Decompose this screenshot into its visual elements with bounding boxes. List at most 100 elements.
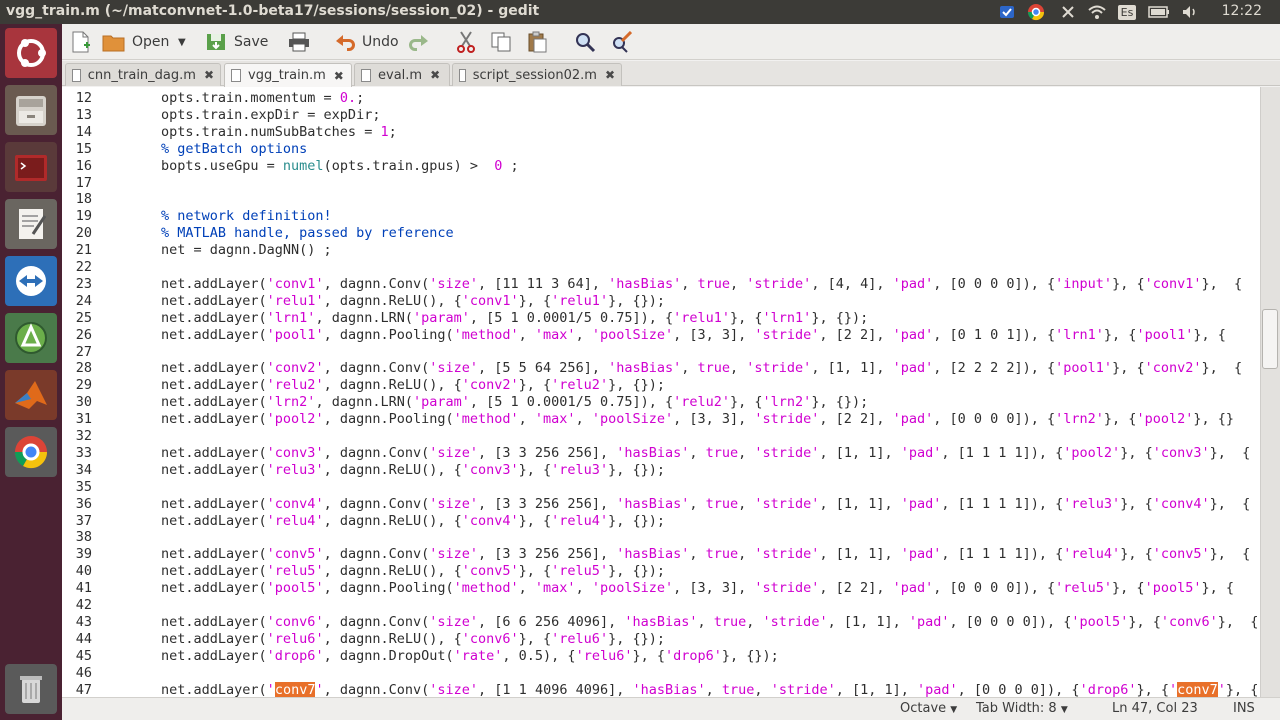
code-line[interactable]: 27 xyxy=(62,344,1260,361)
code-line[interactable]: 30 net.addLayer('lrn2', dagnn.LRN('param'… xyxy=(62,394,1260,411)
code-line[interactable]: 33 net.addLayer('conv3', dagnn.Conv('size… xyxy=(62,445,1260,462)
clock[interactable]: 12:22 xyxy=(1222,3,1262,19)
code-line[interactable]: 38 xyxy=(62,529,1260,546)
code-line[interactable]: 37 net.addLayer('relu4', dagnn.ReLU(), {'… xyxy=(62,513,1260,530)
copy-button[interactable] xyxy=(490,28,514,56)
code-line[interactable]: 13 opts.train.expDir = expDir; xyxy=(62,107,1260,124)
code-line[interactable]: 28 net.addLayer('conv2', dagnn.Conv('size… xyxy=(62,360,1260,377)
tab-cnn-train-dag[interactable]: cnn_train_dag.m ✖ xyxy=(65,63,221,86)
code-line[interactable]: 34 net.addLayer('relu3', dagnn.ReLU(), {'… xyxy=(62,462,1260,479)
vertical-scrollbar[interactable] xyxy=(1260,87,1280,697)
code-line[interactable]: 36 net.addLayer('conv4', dagnn.Conv('size… xyxy=(62,496,1260,513)
new-document-icon xyxy=(72,31,90,53)
close-icon[interactable]: ✖ xyxy=(204,68,214,82)
line-number: 25 xyxy=(75,309,92,326)
chrome-tray-icon[interactable] xyxy=(1026,2,1046,22)
code-text: net.addLayer('relu1', dagnn.ReLU(), {'co… xyxy=(161,292,665,309)
line-number: 23 xyxy=(75,275,92,292)
print-button[interactable] xyxy=(288,28,312,56)
code-line[interactable]: 25 net.addLayer('lrn1', dagnn.LRN('param'… xyxy=(62,310,1260,327)
status-bar: Octave ▼ Tab Width: 8 ▼ Ln 47, Col 23 IN… xyxy=(62,697,1280,720)
copy-icon xyxy=(491,32,511,52)
code-line[interactable]: 32 xyxy=(62,428,1260,445)
tab-label: vgg_train.m xyxy=(248,68,326,83)
software-updater-icon[interactable] xyxy=(5,313,57,363)
code-line[interactable]: 12 opts.train.momentum = 0.; xyxy=(62,90,1260,107)
file-manager-icon[interactable] xyxy=(5,85,57,135)
keyboard-layout-label: Es xyxy=(1117,4,1137,20)
code-line[interactable]: 20 % MATLAB handle, passed by reference xyxy=(62,225,1260,242)
teamviewer-icon[interactable] xyxy=(5,256,57,306)
keyboard-layout-indicator[interactable]: Es xyxy=(1116,2,1138,22)
code-line[interactable]: 47 net.addLayer('conv7', dagnn.Conv('size… xyxy=(62,681,1260,697)
code-line[interactable]: 16 bopts.useGpu = numel(opts.train.gpus) … xyxy=(62,158,1260,175)
open-recent-dropdown[interactable]: ▼ xyxy=(178,28,192,56)
line-number: 44 xyxy=(75,630,92,647)
battery-icon[interactable] xyxy=(1148,2,1170,22)
terminal-icon[interactable] xyxy=(5,142,57,192)
code-line[interactable]: 40 net.addLayer('relu5', dagnn.ReLU(), {'… xyxy=(62,563,1260,580)
code-text: bopts.useGpu = numel(opts.train.gpus) > … xyxy=(161,157,519,174)
tab-script-session02[interactable]: script_session02.m ✖ xyxy=(452,63,622,86)
code-text: opts.train.numSubBatches = 1; xyxy=(161,123,397,140)
scrollbar-thumb[interactable] xyxy=(1262,309,1278,369)
code-line[interactable]: 44 net.addLayer('relu6', dagnn.ReLU(), {'… xyxy=(62,631,1260,648)
dropbox-icon[interactable] xyxy=(998,2,1016,22)
line-number: 29 xyxy=(75,377,92,394)
code-line[interactable]: 42 xyxy=(62,597,1260,614)
code-line[interactable]: 31 net.addLayer('pool2', dagnn.Pooling('m… xyxy=(62,411,1260,428)
code-line[interactable]: 26 net.addLayer('pool1', dagnn.Pooling('m… xyxy=(62,327,1260,344)
close-icon[interactable]: ✖ xyxy=(334,69,344,83)
code-line[interactable]: 18 xyxy=(62,191,1260,208)
line-number: 16 xyxy=(75,157,92,174)
code-text: net.addLayer('conv4', dagnn.Conv('size',… xyxy=(161,495,1251,512)
code-line[interactable]: 39 net.addLayer('conv5', dagnn.Conv('size… xyxy=(62,546,1260,563)
find-replace-button[interactable] xyxy=(610,28,634,56)
matlab-icon[interactable] xyxy=(5,370,57,420)
cut-icon xyxy=(457,31,475,53)
code-line[interactable]: 23 net.addLayer('conv1', dagnn.Conv('size… xyxy=(62,276,1260,293)
code-line[interactable]: 29 net.addLayer('relu2', dagnn.ReLU(), {'… xyxy=(62,377,1260,394)
volume-icon[interactable] xyxy=(1180,2,1200,22)
cut-button[interactable] xyxy=(456,28,480,56)
close-icon[interactable]: ✖ xyxy=(605,68,615,82)
document-icon xyxy=(231,69,241,82)
redo-button[interactable] xyxy=(408,28,432,56)
ubuntu-dash-icon[interactable] xyxy=(5,28,57,78)
new-document-button[interactable] xyxy=(70,28,92,56)
paste-button[interactable] xyxy=(526,28,550,56)
code-line[interactable]: 14 opts.train.numSubBatches = 1; xyxy=(62,124,1260,141)
tab-eval[interactable]: eval.m ✖ xyxy=(354,63,450,86)
undo-button[interactable]: Undo xyxy=(334,28,404,56)
code-line[interactable]: 41 net.addLayer('pool5', dagnn.Pooling('m… xyxy=(62,580,1260,597)
tools-icon[interactable] xyxy=(1058,2,1078,22)
find-button[interactable] xyxy=(574,28,598,56)
search-icon xyxy=(576,33,596,53)
line-number: 41 xyxy=(75,580,92,597)
redo-icon xyxy=(409,35,428,51)
tab-width-selector[interactable]: Tab Width: 8 ▼ xyxy=(976,701,1068,716)
code-line[interactable]: 46 xyxy=(62,665,1260,682)
code-line[interactable]: 43 net.addLayer('conv6', dagnn.Conv('size… xyxy=(62,614,1260,631)
chrome-icon[interactable] xyxy=(5,427,57,477)
trash-icon[interactable] xyxy=(5,664,57,714)
code-line[interactable]: 19 % network definition! xyxy=(62,208,1260,225)
save-button[interactable]: Save xyxy=(205,28,275,56)
close-icon[interactable]: ✖ xyxy=(430,68,440,82)
line-number: 32 xyxy=(75,428,92,444)
code-editor[interactable]: 12 opts.train.momentum = 0.; 13 opts.train.… xyxy=(62,87,1260,697)
line-number: 19 xyxy=(75,208,92,225)
code-line[interactable]: 24 net.addLayer('relu1', dagnn.ReLU(), {'… xyxy=(62,293,1260,310)
code-line[interactable]: 15 % getBatch options xyxy=(62,141,1260,158)
code-line[interactable]: 21 net = dagnn.DagNN() ; xyxy=(62,242,1260,259)
wifi-icon[interactable] xyxy=(1086,2,1108,22)
code-line[interactable]: 22 xyxy=(62,259,1260,276)
language-selector[interactable]: Octave ▼ xyxy=(900,701,957,716)
line-number: 21 xyxy=(75,242,92,259)
code-line[interactable]: 35 xyxy=(62,479,1260,496)
code-line[interactable]: 17 xyxy=(62,175,1260,192)
code-line[interactable]: 45 net.addLayer('drop6', dagnn.DropOut('r… xyxy=(62,648,1260,665)
print-icon xyxy=(289,32,309,52)
tab-vgg-train[interactable]: vgg_train.m ✖ xyxy=(224,63,352,87)
text-editor-icon[interactable] xyxy=(5,199,57,249)
